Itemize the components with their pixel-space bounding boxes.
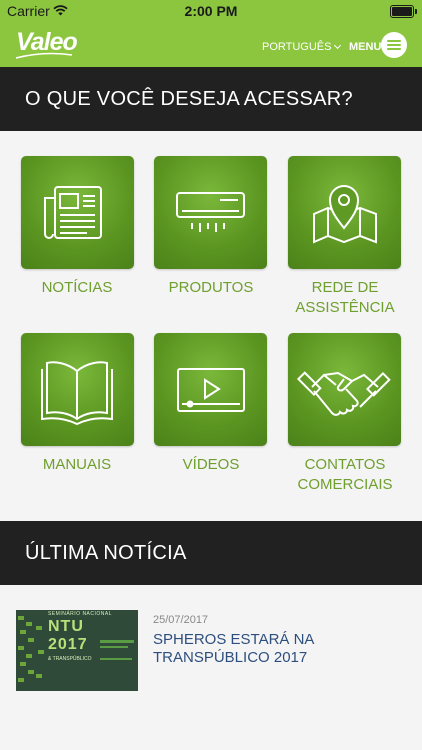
hamburger-line — [387, 44, 401, 46]
hamburger-line — [387, 48, 401, 50]
tile-manuais-label: MANUAIS — [42, 456, 112, 473]
tile-videos-label: VÍDEOS — [182, 456, 240, 473]
map-pin-icon — [313, 185, 377, 244]
hamburger-line — [387, 40, 401, 42]
video-player-icon — [177, 368, 245, 412]
thumbnail-event-label: SEMINÁRIO NACIONAL — [48, 611, 113, 617]
tile-contatos-label: CONTATOS COMERCIAIS — [297, 456, 393, 493]
menu-label[interactable]: MENU — [349, 41, 381, 53]
tile-rede-de-assistencia[interactable] — [288, 156, 401, 269]
news-section-title: ÚLTIMA NOTÍCIA — [25, 542, 187, 564]
status-bar: Carrier 2:00 PM — [0, 0, 422, 22]
tile-noticias-label: NOTÍCIAS — [41, 279, 113, 296]
thumbnail-subtitle: & TRANSPÚBLICO — [48, 656, 92, 662]
handshake-icon — [296, 371, 391, 416]
tile-manuais[interactable] — [21, 333, 134, 446]
thumbnail-year: 2017 — [48, 636, 88, 653]
newspaper-icon — [44, 186, 102, 239]
tile-videos[interactable] — [154, 333, 267, 446]
tile-rede-label: REDE DE ASSISTÊNCIA — [295, 279, 395, 316]
access-section-header: O QUE VOCÊ DESEJA ACESSAR? — [0, 67, 422, 131]
menu-button[interactable] — [381, 32, 407, 58]
news-thumbnail: SEMINÁRIO NACIONAL NTU 2017 & TRANSPÚBLI… — [16, 610, 138, 691]
news-section-header: ÚLTIMA NOTÍCIA — [0, 521, 422, 585]
clock: 2:00 PM — [184, 3, 238, 19]
navigation-bar: Valeo PORTUGUÊS MENU — [0, 22, 422, 67]
battery-icon — [390, 5, 417, 18]
language-label: PORTUGUÊS — [262, 41, 332, 53]
tile-noticias[interactable] — [21, 156, 134, 269]
thumbnail-brand: NTU — [48, 618, 84, 635]
news-date: 25/07/2017 — [153, 614, 209, 626]
logo-swoosh-icon — [15, 52, 73, 59]
open-book-icon — [41, 361, 113, 426]
language-selector[interactable]: PORTUGUÊS — [262, 41, 342, 53]
access-section-title: O QUE VOCÊ DESEJA ACESSAR? — [25, 88, 353, 110]
tile-produtos-label: PRODUTOS — [168, 279, 254, 296]
air-conditioner-icon — [176, 192, 245, 232]
chevron-down-icon — [334, 41, 342, 50]
news-title[interactable]: SPHEROS ESTARÁ NA TRANSPÚBLICO 2017 — [153, 631, 383, 667]
tile-produtos[interactable] — [154, 156, 267, 269]
tile-contatos-comerciais[interactable] — [288, 333, 401, 446]
